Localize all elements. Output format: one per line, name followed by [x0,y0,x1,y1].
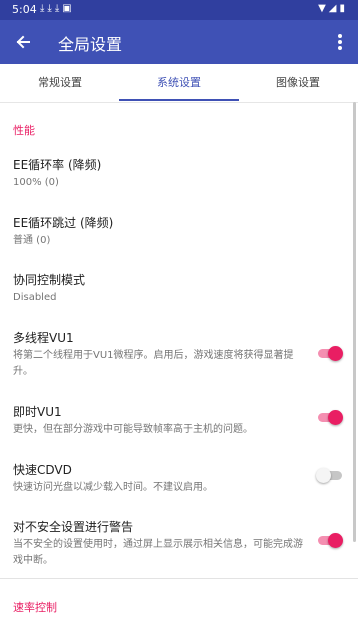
setting-ee-cycle-rate[interactable]: EE循环率 (降频) 100% (0) [0,156,358,196]
setting-fast-cdvd[interactable]: 快速CDVD 快速访问光盘以减少载入时间。不建议启用。 [0,461,358,501]
signal-icon: ◢ [328,3,340,14]
setting-summary: 当不安全的设置使用时，通过屏上显示展示相关信息，可能完成游戏中断。 [13,539,303,566]
unsafe-warning-toggle[interactable] [318,533,343,549]
tab-system[interactable]: 系统设置 [119,64,239,102]
more-vert-icon[interactable] [330,30,350,54]
setting-summary: 将第二个线程用于VU1微程序。启用后，游戏速度将获得显著提升。 [13,350,294,377]
system-icons: ▼◢▮ [318,3,348,14]
notification-icons: ⤓⤓⤓▣ [40,3,75,14]
setting-title: EE循环率 (降频) [13,158,102,172]
setting-title: 对不安全设置进行警告 [13,520,134,534]
cut-off-setting-title: ▁▁▁▁▁▁ [30,629,86,636]
toggle-thumb [328,410,343,425]
tab-bar: 常规设置 系统设置 图像设置 [0,64,358,103]
section-header-speed-control: 速率控制 [13,601,57,614]
wifi-icon: ▼ [318,3,329,14]
toggle-thumb [328,346,343,361]
section-header-performance: 性能 [13,124,35,137]
setting-title: EE循环跳过 (降频) [13,216,114,230]
setting-summary: 更快，但在部分游戏中可能导致帧率高于主机的问题。 [13,424,253,435]
status-bar: 5:04 ⤓⤓⤓▣ ▼◢▮ [0,0,358,20]
setting-unsafe-warning[interactable]: 对不安全设置进行警告 当不安全的设置使用时，通过屏上显示展示相关信息，可能完成游… [0,518,358,568]
setting-sync-mode[interactable]: 协同控制模式 Disabled [0,271,358,311]
setting-title: 快速CDVD [13,463,72,477]
setting-ee-cycle-skip[interactable]: EE循环跳过 (降频) 普通 (0) [0,214,358,254]
toggle-thumb [328,533,343,548]
settings-list[interactable]: 性能 EE循环率 (降频) 100% (0) EE循环跳过 (降频) 普通 (0… [0,103,358,636]
tab-indicator [119,99,239,101]
instant-vu1-toggle[interactable] [318,410,343,426]
battery-icon: ▮ [339,3,348,14]
back-arrow-icon[interactable] [10,28,38,56]
mtvu-toggle[interactable] [318,346,343,362]
fast-cdvd-toggle[interactable] [316,468,342,484]
setting-title: 协同控制模式 [13,273,86,287]
tab-general[interactable]: 常规设置 [0,64,120,102]
status-time: 5:04 [12,3,37,16]
section-divider [0,578,358,579]
tab-graphics[interactable]: 图像设置 [238,64,358,102]
app-bar: 全局设置 [0,20,358,64]
download-icon: ⤓ [47,3,55,14]
page-title: 全局设置 [58,35,123,54]
text-a-icon: ▣ [62,3,75,14]
setting-instant-vu1[interactable]: 即时VU1 更快，但在部分游戏中可能导致帧率高于主机的问题。 [0,403,358,443]
setting-value: Disabled [13,292,57,303]
setting-mtvu[interactable]: 多线程VU1 将第二个线程用于VU1微程序。启用后，游戏速度将获得显著提升。 [0,329,358,379]
setting-value: 普通 (0) [13,235,51,246]
toggle-thumb [316,468,331,483]
scrollbar[interactable] [353,102,356,542]
setting-title: 即时VU1 [13,405,62,419]
setting-summary: 快速访问光盘以减少载入时间。不建议启用。 [13,482,213,493]
setting-title: 多线程VU1 [13,331,74,345]
setting-value: 100% (0) [13,177,59,188]
